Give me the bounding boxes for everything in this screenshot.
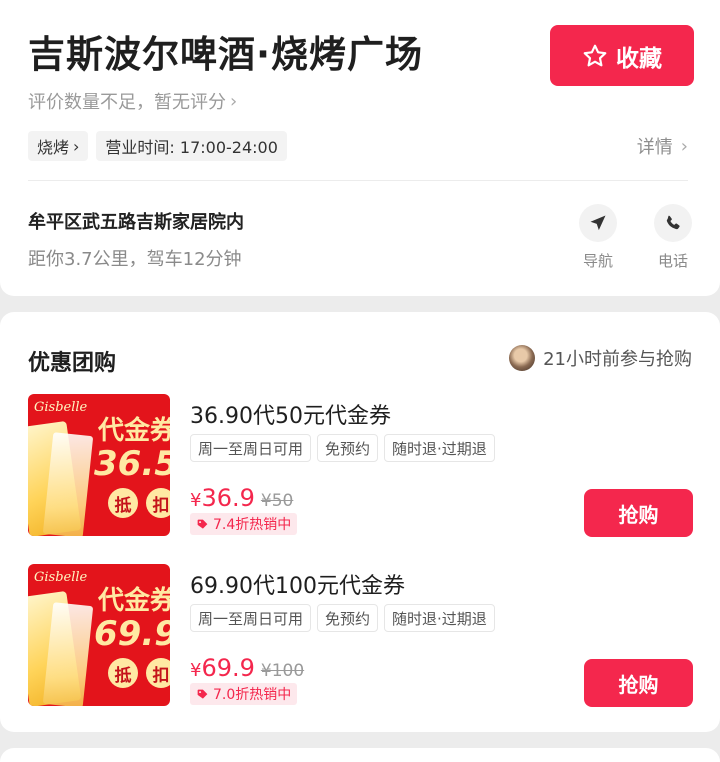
call-button[interactable]: 电话 — [648, 204, 698, 271]
deal-image-amount: 36.5 — [94, 444, 170, 484]
business-hours: 营业时间: 17:00-24:00 — [105, 138, 278, 157]
deal-price: ¥36.9 — [190, 484, 255, 512]
detail-label: 详情 — [636, 137, 673, 158]
recent-purchase-text: 21小时前参与抢购 — [543, 349, 692, 370]
navigate-label: 导航 — [582, 252, 613, 270]
deal-image-seal: 扣 — [146, 658, 170, 688]
price-row: ¥36.9 ¥50 — [190, 484, 293, 512]
avatar — [509, 345, 536, 371]
deal-price-value: 69.9 — [201, 654, 255, 682]
deal-price-value: 36.9 — [201, 484, 255, 512]
divider — [28, 180, 688, 181]
shop-address: 牟平区武五路吉斯家居院内 — [28, 212, 244, 233]
detail-link[interactable]: 详情 › — [637, 133, 688, 159]
deals-card: 优惠团购 21小时前参与抢购 Gisbelle 代金券 36.5 抵 扣 36.… — [0, 312, 720, 732]
currency-symbol: ¥ — [190, 490, 202, 511]
deal-tag: 周一至周日可用 — [190, 434, 312, 462]
deal-tags: 周一至周日可用 免预约 随时退·过期退 — [190, 604, 495, 632]
original-price: ¥50 — [260, 491, 294, 511]
hot-sale-text: 7.4折热销中 — [213, 517, 292, 533]
shop-name: 吉斯波尔啤酒·烧烤广场 — [28, 33, 424, 76]
hot-sale-badge: 7.0折热销中 — [190, 683, 298, 705]
shop-tags: 烧烤 › 营业时间: 17:00-24:00 — [28, 131, 287, 161]
deal-image[interactable]: Gisbelle 代金券 36.5 抵 扣 — [28, 394, 170, 536]
hot-sale-text: 7.0折热销中 — [213, 687, 292, 703]
deal-tag: 随时退·过期退 — [384, 604, 495, 632]
deal-tags: 周一至周日可用 免预约 随时退·过期退 — [190, 434, 495, 462]
currency-symbol: ¥ — [190, 660, 202, 681]
deal-title[interactable]: 36.90代50元代金券 — [190, 398, 391, 430]
deal-image-seal: 扣 — [146, 488, 170, 518]
business-hours-tag: 营业时间: 17:00-24:00 — [96, 131, 287, 161]
deal-image-brand: Gisbelle — [34, 570, 88, 585]
deal-image-headline: 代金券 — [98, 586, 170, 616]
deal-image-brand: Gisbelle — [34, 400, 88, 415]
deal-image-headline: 代金券 — [98, 416, 170, 446]
deal-image[interactable]: Gisbelle 代金券 69.9 抵 扣 — [28, 564, 170, 706]
favorite-label: 收藏 — [616, 45, 662, 72]
next-section-card — [0, 748, 720, 762]
navigate-icon-circle — [579, 204, 617, 242]
deal-title[interactable]: 69.90代100元代金券 — [190, 568, 405, 600]
chevron-right-icon: › — [73, 136, 80, 156]
navigation-arrow-icon — [590, 215, 606, 231]
deal-image-amount: 69.9 — [94, 614, 170, 654]
hot-sale-badge: 7.4折热销中 — [190, 513, 298, 535]
shop-distance: 距你3.7公里，驾车12分钟 — [28, 249, 242, 270]
deals-section-title: 优惠团购 — [28, 351, 117, 376]
deal-image-seal: 抵 — [108, 658, 138, 688]
chevron-right-icon: › — [680, 135, 688, 157]
tag-icon — [197, 689, 208, 699]
deal-image-seal: 抵 — [108, 488, 138, 518]
buy-button[interactable]: 抢购 — [584, 659, 693, 707]
tag-icon — [197, 519, 208, 529]
deal-item[interactable]: Gisbelle 代金券 36.5 抵 扣 36.90代50元代金券 周一至周日… — [28, 394, 693, 537]
call-label: 电话 — [657, 252, 688, 270]
recent-purchase: 21小时前参与抢购 — [509, 345, 692, 371]
deal-item[interactable]: Gisbelle 代金券 69.9 抵 扣 69.90代100元代金券 周一至周… — [28, 564, 693, 707]
chevron-right-icon: › — [230, 90, 238, 112]
category-tag-label: 烧烤 — [37, 138, 70, 157]
price-row: ¥69.9 ¥100 — [190, 654, 304, 682]
category-tag[interactable]: 烧烤 › — [28, 131, 89, 161]
deal-tag: 免预约 — [317, 434, 379, 462]
deal-tag: 免预约 — [317, 604, 379, 632]
buy-button[interactable]: 抢购 — [584, 489, 693, 537]
rating-note-text: 评价数量不足，暂无评分 — [28, 92, 226, 113]
navigate-button[interactable]: 导航 — [573, 204, 623, 271]
phone-icon — [666, 215, 680, 230]
shop-info-card: 吉斯波尔啤酒·烧烤广场 收藏 评价数量不足，暂无评分 › 烧烤 › 营业时间: … — [0, 0, 720, 296]
rating-note-link[interactable]: 评价数量不足，暂无评分 › — [28, 88, 237, 114]
deal-price: ¥69.9 — [190, 654, 255, 682]
deal-tag: 随时退·过期退 — [384, 434, 495, 462]
original-price: ¥100 — [260, 661, 305, 681]
favorite-button[interactable]: 收藏 — [550, 25, 694, 86]
star-outline-icon — [583, 44, 607, 66]
call-icon-circle — [654, 204, 692, 242]
deal-tag: 周一至周日可用 — [190, 604, 312, 632]
